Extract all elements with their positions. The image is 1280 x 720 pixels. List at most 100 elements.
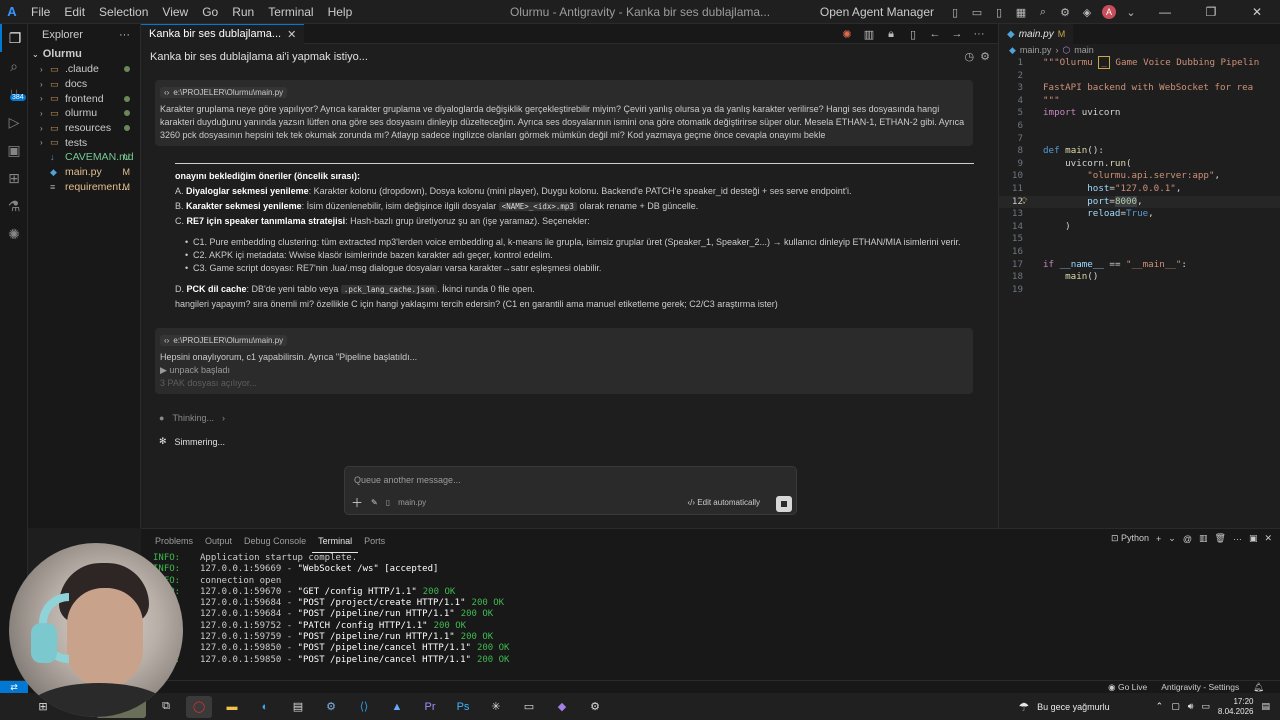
agent-icon[interactable]: ✺: [0, 220, 28, 248]
extensions-view-icon[interactable]: ⊞: [0, 164, 28, 192]
extensions-icon[interactable]: ◈: [1078, 3, 1096, 21]
file-chip[interactable]: ‹› e:\PROJELER\Olurmu\main.py: [160, 87, 288, 98]
open-agent-manager-button[interactable]: Open Agent Manager: [820, 5, 934, 19]
epic-games-icon[interactable]: ▤: [285, 696, 311, 718]
tree-item[interactable]: › ▭ olurmu: [28, 106, 140, 121]
thinking-status[interactable]: ● Thinking... ›: [159, 413, 225, 423]
tab-ports[interactable]: Ports: [358, 529, 391, 553]
toggle-layout-icon[interactable]: ▯: [904, 25, 922, 43]
settings-app-icon[interactable]: ⚙: [582, 696, 608, 718]
breadcrumb-file[interactable]: main.py: [1020, 45, 1052, 55]
antigravity-icon[interactable]: ▲: [384, 696, 410, 718]
opera-icon[interactable]: ◯: [186, 695, 212, 718]
menu-terminal[interactable]: Terminal: [261, 0, 320, 24]
vscode-icon[interactable]: ⟨⟩: [351, 696, 377, 718]
tree-item[interactable]: › ▭ frontend: [28, 91, 140, 106]
workspace-root[interactable]: ⌄ Olurmu: [28, 46, 140, 62]
more-actions-icon[interactable]: ···: [119, 29, 130, 41]
remote-indicator-icon[interactable]: ⇄: [0, 680, 28, 694]
tab-problems[interactable]: Problems: [149, 529, 199, 553]
toggle-sidebar-icon[interactable]: ▯: [946, 3, 964, 21]
split-editor-icon[interactable]: ▥: [860, 25, 878, 43]
search-view-icon[interactable]: ⌕: [0, 52, 28, 80]
terminal-profile[interactable]: ⊡ Python: [1111, 533, 1149, 544]
edit-mode-selector[interactable]: ‹/› Edit automatically: [688, 498, 761, 507]
tab-output[interactable]: Output: [199, 529, 238, 553]
chatgpt-icon[interactable]: ✳: [483, 696, 509, 718]
menu-selection[interactable]: Selection: [92, 0, 155, 24]
terminal-app-icon[interactable]: ▭: [516, 696, 542, 718]
minimize-button[interactable]: —: [1142, 0, 1188, 24]
history-icon[interactable]: ◷: [965, 50, 975, 63]
notifications-icon[interactable]: 🔔︎: [1253, 682, 1264, 693]
notification-center-icon[interactable]: ▤: [1261, 701, 1270, 712]
remote-explorer-icon[interactable]: ▣: [0, 136, 28, 164]
search-icon[interactable]: ⌕: [1034, 3, 1052, 21]
chevron-down-icon[interactable]: ⌄: [1122, 3, 1140, 21]
visual-studio-icon[interactable]: ◆: [549, 696, 575, 718]
toggle-secondary-sidebar-icon[interactable]: ▯: [990, 3, 1008, 21]
lock-icon[interactable]: 🔒︎: [882, 25, 900, 43]
menu-file[interactable]: File: [24, 0, 57, 24]
gear-icon[interactable]: ⚙: [1056, 3, 1074, 21]
source-control-icon[interactable]: ⑂384: [0, 80, 28, 108]
arrow-left-icon[interactable]: ←: [926, 25, 944, 43]
more-actions-icon[interactable]: ···: [970, 25, 988, 43]
edit-icon[interactable]: ✎: [371, 498, 378, 507]
menu-view[interactable]: View: [155, 0, 195, 24]
tree-item[interactable]: › ▭ docs: [28, 77, 140, 92]
clock[interactable]: 17:20 8.04.2026: [1218, 697, 1254, 717]
close-icon[interactable]: ✕: [287, 28, 296, 41]
chevron-down-icon[interactable]: ⌄: [1168, 533, 1176, 544]
tab-debug-console[interactable]: Debug Console: [238, 529, 312, 553]
tree-item[interactable]: ↓ CAVEMAN.md U: [28, 150, 140, 165]
account-avatar[interactable]: A: [1100, 3, 1118, 21]
tab-agent-chat[interactable]: Kanka bir ses dublajlama... ✕: [141, 23, 305, 44]
user-message[interactable]: ‹› e:\PROJELER\Olurmu\main.py Karakter gr…: [155, 80, 973, 146]
tab-main-py[interactable]: ◆ main.py M: [999, 24, 1074, 44]
tree-item[interactable]: ≡ requirement... M: [28, 180, 140, 195]
at-icon[interactable]: @: [1183, 534, 1192, 544]
add-context-icon[interactable]: ＋: [351, 494, 363, 511]
close-panel-icon[interactable]: ✕: [1264, 533, 1272, 544]
split-terminal-icon[interactable]: ▥: [1199, 533, 1208, 544]
toggle-panel-icon[interactable]: ▭: [968, 3, 986, 21]
breadcrumb-symbol[interactable]: main: [1074, 45, 1094, 55]
tab-terminal[interactable]: Terminal: [312, 529, 359, 553]
trash-icon[interactable]: 🗑︎: [1215, 533, 1226, 544]
tree-item[interactable]: ◆ main.py M: [28, 165, 140, 180]
run-debug-icon[interactable]: ▷: [0, 108, 28, 136]
premiere-icon[interactable]: Pr: [417, 696, 443, 718]
explorer-icon[interactable]: ❐: [0, 24, 28, 52]
network-icon[interactable]: ▢: [1171, 701, 1180, 712]
more-actions-icon[interactable]: ···: [1233, 534, 1242, 544]
steam-icon[interactable]: ⚙: [318, 696, 344, 718]
chevron-up-icon[interactable]: ⌃: [1156, 701, 1164, 712]
settings-icon[interactable]: ⚙: [980, 50, 990, 63]
weather-icon[interactable]: ☂: [1018, 700, 1029, 714]
settings-status[interactable]: Antigravity - Settings: [1161, 682, 1239, 693]
menu-run[interactable]: Run: [225, 0, 261, 24]
chat-composer[interactable]: Queue another message... ＋ ✎ ▯ main.py ‹…: [344, 466, 797, 515]
new-terminal-icon[interactable]: +: [1156, 534, 1161, 544]
tree-item[interactable]: › ▭ resources: [28, 121, 140, 136]
layout-icon[interactable]: ▦: [1012, 3, 1030, 21]
maximize-button[interactable]: ❐: [1188, 0, 1234, 24]
maximize-panel-icon[interactable]: ▣: [1249, 533, 1258, 544]
battery-icon[interactable]: ▭: [1201, 701, 1210, 712]
speaker-icon[interactable]: 🔊︎: [1188, 701, 1194, 712]
terminal-output[interactable]: INFO: Application startup complete. INFO: 1…: [141, 553, 1280, 666]
menu-edit[interactable]: Edit: [57, 0, 92, 24]
code-area[interactable]: 1 """Olurmu _ Game Voice Dubbing Pipelin …: [999, 56, 1280, 296]
context-file-label[interactable]: main.py: [398, 498, 426, 507]
photoshop-icon[interactable]: Ps: [450, 696, 476, 718]
go-live-button[interactable]: ◉ Go Live: [1108, 682, 1147, 693]
arrow-right-icon[interactable]: →: [948, 25, 966, 43]
message-input[interactable]: Queue another message...: [354, 475, 461, 485]
file-explorer-icon[interactable]: ▬: [219, 696, 245, 718]
weather-text[interactable]: Bu gece yağmurlu: [1037, 702, 1110, 712]
user-message[interactable]: ‹› e:\PROJELER\Olurmu\main.py Hepsini ona…: [155, 328, 973, 394]
stop-button[interactable]: [776, 496, 792, 512]
tree-item[interactable]: › ▭ .claude: [28, 62, 140, 77]
menu-go[interactable]: Go: [195, 0, 225, 24]
